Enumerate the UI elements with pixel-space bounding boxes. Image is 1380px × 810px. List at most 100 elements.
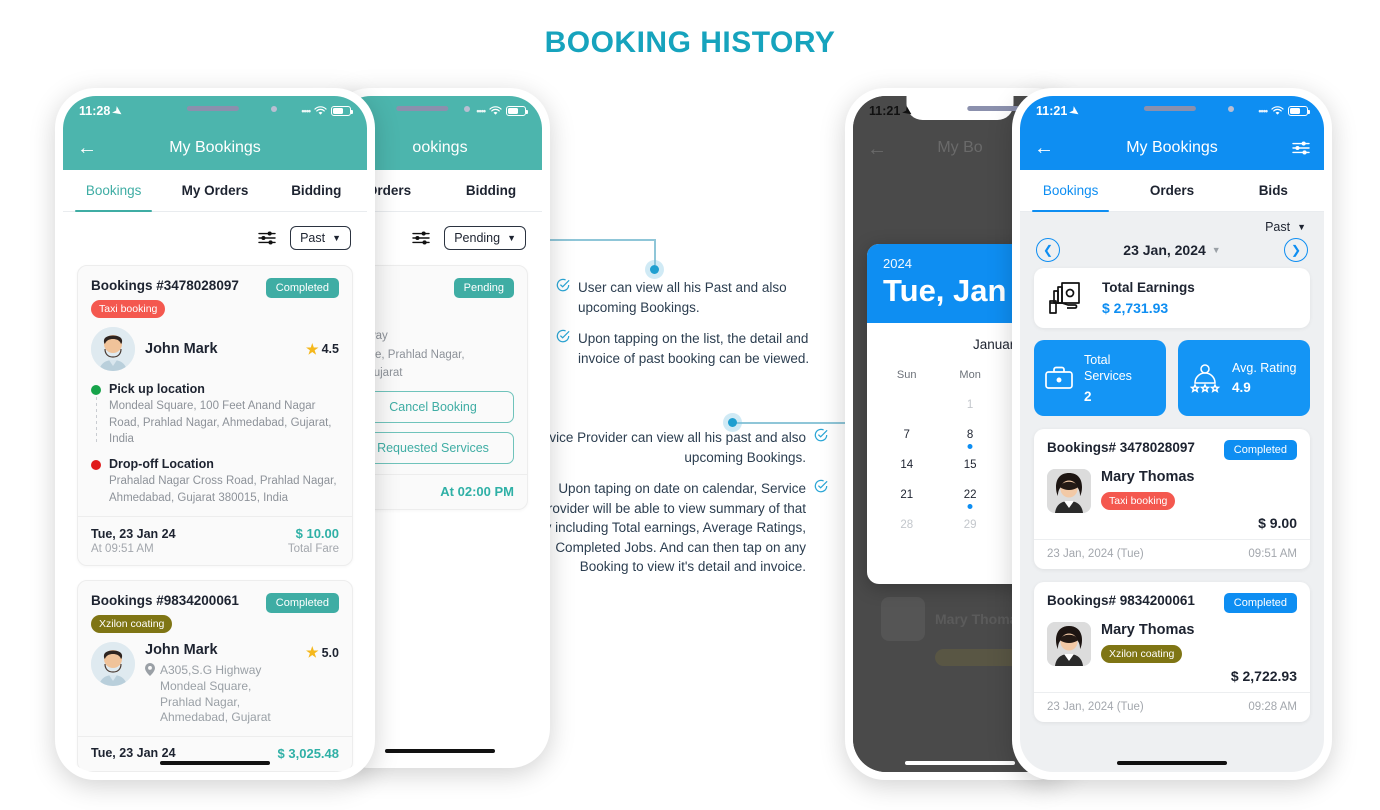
sliders-icon[interactable] <box>1292 140 1310 156</box>
calendar-day[interactable]: 14 <box>875 450 938 480</box>
calendar-day[interactable]: 1 <box>938 390 1001 420</box>
check-circle-icon <box>814 428 828 467</box>
annotation-item: Service Provider can view all his past a… <box>528 428 828 467</box>
app-bar-title-1: My Bookings <box>169 139 261 156</box>
battery-icon <box>1288 106 1310 116</box>
next-date-button[interactable]: ❯ <box>1284 238 1308 262</box>
front-camera-dot <box>464 106 470 112</box>
calendar-event-dot <box>967 444 973 449</box>
booking-card[interactable]: Bookings #9834200061 Xzilon coating Comp… <box>77 580 353 772</box>
tab-bidding-1[interactable]: Bidding <box>266 170 367 211</box>
annotation-text: Service Provider can view all his past a… <box>528 430 806 465</box>
calendar-day[interactable]: 8 <box>938 420 1001 450</box>
calendar-day[interactable]: 21 <box>875 480 938 510</box>
filter-row-1: Past ▼ <box>63 212 367 260</box>
chevron-down-icon: ▼ <box>332 233 341 243</box>
pickup-address: Mondeal Square, 100 Feet Anand Nagar Roa… <box>109 400 332 446</box>
check-circle-icon <box>814 479 828 577</box>
booking-card[interactable]: Bookings# 9834200061 Completed Mary Thom… <box>1034 581 1310 722</box>
booking-card[interactable]: Bookings# 3478028097 Completed Mary Thom… <box>1034 428 1310 569</box>
provider-name: John Mark <box>145 341 218 357</box>
calendar-dow: Mon <box>959 369 981 381</box>
booking-date: 23 Jan, 2024 (Tue) <box>1047 700 1144 713</box>
address-line-2: quare, Prahlad Nagar, <box>352 348 465 361</box>
caret-down-icon[interactable]: ▼ <box>1212 245 1221 255</box>
front-camera-dot <box>271 106 277 112</box>
connector-dot-left <box>645 260 664 279</box>
tab-bids-4[interactable]: Bids <box>1223 170 1324 211</box>
annotation-item: User can view all his Past and also upco… <box>556 278 826 317</box>
booking-id: Bookings #3478028097 <box>91 278 239 293</box>
date-navigator: ❮ 23 Jan, 2024 ▼ ❯ <box>1020 234 1324 268</box>
tab-bookings-4[interactable]: Bookings <box>1020 170 1121 212</box>
calendar-dow: Sun <box>896 369 917 381</box>
sliders-icon[interactable] <box>412 230 430 246</box>
booking-card-footer: 23 Jan, 2024 (Tue) 09:28 AM <box>1034 691 1310 722</box>
service-tag: Xzilon coating <box>1101 644 1183 663</box>
stats-row: Total Services 2 Avg. Rating 4.9 <box>1034 340 1310 416</box>
annotation-group-right: Service Provider can view all his past a… <box>528 428 828 589</box>
customer-row: Mary Thomas Taxi booking <box>1047 468 1297 513</box>
dropoff-address: Prahalad Nagar Cross Road, Prahlad Nagar… <box>109 475 337 504</box>
booking-id: Bookings# 3478028097 <box>1047 439 1195 455</box>
status-time-4: 11:21 <box>1036 104 1068 118</box>
service-tag: Taxi booking <box>91 300 166 318</box>
status-bar-4: 11:21 ➤ •••• <box>1020 96 1324 126</box>
status-badge: Completed <box>1223 592 1297 613</box>
tab-bar-4: Bookings Orders Bids <box>1020 170 1324 212</box>
address-line-2: Mondeal Square, Prahlad Nagar, <box>160 678 252 709</box>
booking-card[interactable]: Bookings #3478028097 Taxi booking Comple… <box>77 265 353 567</box>
dropoff-dot-icon <box>91 460 101 471</box>
customer-name: Mary Thomas <box>1101 468 1195 485</box>
total-services-value: 2 <box>1084 388 1092 404</box>
cancel-booking-button[interactable]: Cancel Booking <box>352 391 514 424</box>
calendar-day[interactable]: 15 <box>938 450 1001 480</box>
calendar-event-dot <box>967 504 973 509</box>
phone-mockup-4: 11:21 ➤ •••• ← My Bookings Bookings Orde… <box>1012 88 1332 780</box>
calendar-day[interactable]: 28 <box>875 510 938 540</box>
chevron-down-icon: ▼ <box>507 233 516 243</box>
booking-amount: $ 9.00 <box>1258 514 1297 531</box>
period-filter-dropdown-4[interactable]: Past ▼ <box>1265 220 1306 234</box>
calendar-day[interactable]: 22 <box>938 480 1001 510</box>
arrow-left-icon[interactable]: ← <box>77 138 97 158</box>
arrow-left-icon[interactable]: ← <box>1034 138 1054 158</box>
pickup-location: Pick up location Mondeal Square, 100 Fee… <box>91 382 339 448</box>
status-filter-dropdown-2[interactable]: Pending ▼ <box>444 226 526 250</box>
period-filter-dropdown-1[interactable]: Past ▼ <box>290 226 351 250</box>
prev-date-button[interactable]: ❮ <box>1036 238 1060 262</box>
sliders-icon[interactable] <box>258 230 276 246</box>
calendar-day[interactable]: 29 <box>938 510 1001 540</box>
booking-card-footer: Tue, 23 Jan 24 At 09:51 AM $ 10.00 Total… <box>78 516 352 565</box>
total-earnings-label: Total Earnings <box>1102 280 1195 295</box>
connector-line-right-h <box>732 422 854 424</box>
user-stars-icon <box>1188 363 1222 393</box>
address-line-3: Ahmedabad, Gujarat <box>160 710 271 725</box>
tab-orders-4[interactable]: Orders <box>1121 170 1222 211</box>
dropoff-location: Drop-off Location Prahalad Nagar Cross R… <box>91 457 339 506</box>
total-earnings-value: $ 2,731.93 <box>1102 300 1169 316</box>
home-indicator-2 <box>385 748 495 753</box>
booking-time: At 09:51 AM <box>91 542 154 555</box>
tab-my-orders-1[interactable]: My Orders <box>164 170 265 211</box>
status-time-1: 11:28 <box>79 104 111 118</box>
total-services-label: Total Services <box>1084 353 1132 384</box>
booking-id: Bookings# 9834200061 <box>1047 592 1195 608</box>
booking-card-footer: Tue, 23 Jan 24 $ 3,025.48 <box>78 735 352 771</box>
location-arrow-icon: ➤ <box>1067 103 1082 119</box>
front-camera-dot <box>1228 106 1234 112</box>
status-badge: Completed <box>265 278 339 298</box>
avatar <box>91 327 135 371</box>
requested-services-button[interactable]: Requested Services <box>352 432 514 465</box>
tab-bidding-2[interactable]: Bidding <box>440 170 542 211</box>
speaker-grille <box>186 106 239 111</box>
calendar-day[interactable]: 7 <box>875 420 938 450</box>
wifi-icon <box>489 106 502 115</box>
period-filter-value-4: Past <box>1265 220 1291 234</box>
tab-bookings-1[interactable]: Bookings <box>63 170 164 212</box>
connector-line-left-h <box>548 239 656 241</box>
cash-hand-icon <box>1048 281 1088 315</box>
booking-id: Bookings #9834200061 <box>91 593 239 609</box>
selected-date: 23 Jan, 2024 <box>1123 242 1206 258</box>
status-bar-1: 11:28 ➤ •••• <box>63 96 367 126</box>
